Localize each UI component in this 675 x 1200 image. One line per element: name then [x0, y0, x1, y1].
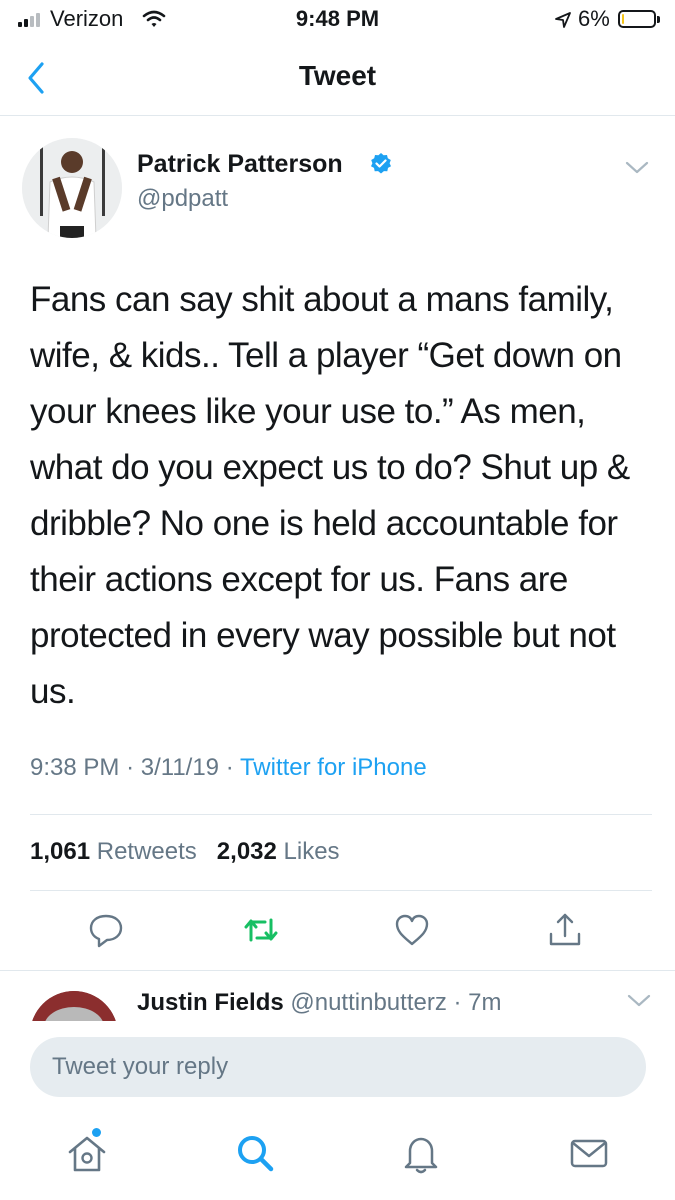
meta-separator: ·	[225, 754, 240, 781]
reply-author-name[interactable]: Justin Fields	[137, 989, 284, 1016]
author-name[interactable]: Patrick Patterson	[137, 150, 343, 179]
tweet-stats: 1,061 Retweets 2,032 Likes	[30, 838, 340, 866]
battery-icon	[618, 10, 656, 28]
mail-icon[interactable]	[566, 1130, 612, 1176]
verified-badge-icon	[371, 153, 391, 174]
likes-count: 2,032	[216, 838, 277, 865]
share-icon[interactable]	[545, 910, 585, 950]
search-icon[interactable]	[232, 1130, 278, 1176]
avatar[interactable]	[22, 138, 122, 238]
reply-icon[interactable]	[86, 910, 126, 950]
status-bar: Verizon 9:48 PM 6%	[0, 0, 675, 40]
chevron-down-icon[interactable]	[626, 993, 652, 1009]
reply-input[interactable]	[30, 1037, 646, 1097]
retweets-count: 1,061	[30, 838, 91, 865]
nav-divider	[0, 115, 675, 116]
bell-icon[interactable]	[398, 1130, 444, 1176]
divider	[30, 890, 652, 891]
battery-level-fill	[622, 14, 624, 24]
tweet-source-link[interactable]: Twitter for iPhone	[240, 754, 427, 781]
reply-preview[interactable]: Justin Fields @nuttinbutterz · 7m	[0, 971, 675, 1021]
status-time: 9:48 PM	[295, 6, 380, 31]
meta-separator: ·	[446, 989, 469, 1016]
reply-avatar[interactable]	[30, 991, 118, 1021]
battery-nub	[657, 16, 660, 23]
tweet-text: Fans can say shit about a mans family, w…	[30, 280, 630, 711]
notification-dot	[92, 1128, 101, 1137]
chevron-down-icon[interactable]	[624, 160, 650, 176]
location-arrow-icon	[555, 12, 571, 28]
tweet-date: 3/11/19	[140, 754, 220, 781]
tweet-time: 9:38 PM	[30, 754, 120, 781]
reply-author-handle[interactable]: @nuttinbutterz	[290, 989, 446, 1016]
reply-age: 7m	[468, 989, 502, 1016]
reply-composer	[0, 1021, 675, 1111]
tweet-meta: 9:38 PM · 3/11/19 · Twitter for iPhone	[30, 754, 427, 782]
retweets-stat[interactable]: 1,061 Retweets	[30, 838, 197, 865]
meta-separator: ·	[126, 754, 141, 781]
likes-stat[interactable]: 2,032 Likes	[217, 838, 340, 865]
likes-label: Likes	[283, 838, 340, 865]
battery-percent: 6%	[578, 6, 610, 31]
author-handle[interactable]: @pdpatt	[137, 185, 228, 213]
page-title: Tweet	[298, 60, 377, 91]
divider	[30, 814, 652, 815]
heart-icon[interactable]	[392, 910, 432, 950]
reply-author: Justin Fields @nuttinbutterz · 7m	[137, 989, 502, 1017]
retweets-label: Retweets	[96, 838, 197, 865]
retweet-icon[interactable]	[241, 910, 281, 950]
home-icon[interactable]	[64, 1130, 110, 1176]
